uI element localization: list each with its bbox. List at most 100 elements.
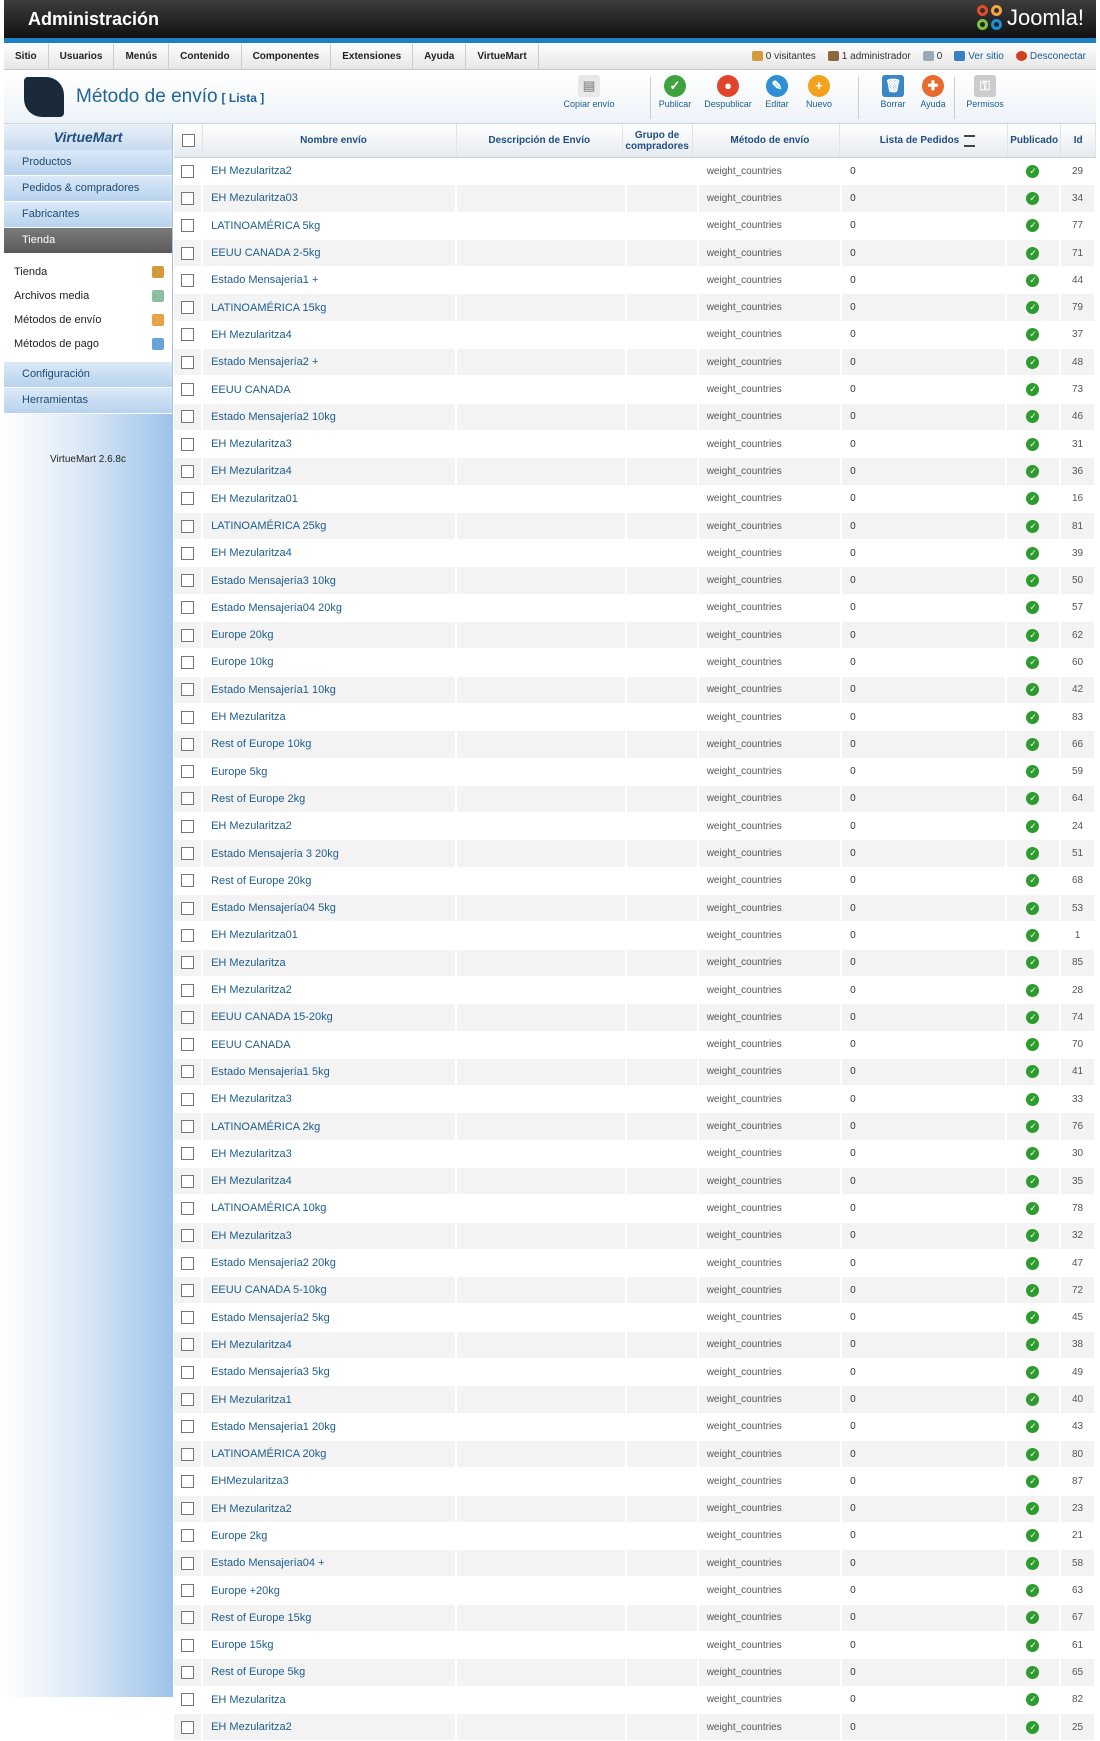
published-check-icon[interactable]: ✓	[1026, 1529, 1040, 1543]
menu-item[interactable]: Menús	[114, 44, 170, 69]
shipment-name-link[interactable]: LATINOAMÉRICA 5kg	[203, 212, 457, 239]
shipment-name-link[interactable]: Estado Mensajería1 5kg	[203, 1058, 457, 1086]
shipment-name-link[interactable]: LATINOAMÉRICA 10kg	[203, 1195, 457, 1222]
published-check-icon[interactable]: ✓	[1026, 1010, 1040, 1024]
shipment-name-link[interactable]: EHMezularitza3	[203, 1468, 457, 1495]
shipment-name-link[interactable]: Estado Mensajería1 10kg	[203, 676, 457, 703]
shipment-name-link[interactable]: EEUU CANADA 15-20kg	[203, 1004, 457, 1031]
published-check-icon[interactable]: ✓	[1026, 1556, 1040, 1570]
row-checkbox[interactable]	[181, 1474, 195, 1488]
copy-button[interactable]: ▤ Copiar envío	[560, 75, 618, 109]
row-checkbox[interactable]	[181, 819, 195, 833]
shipment-name-link[interactable]: EH Mezularitza4	[203, 321, 457, 349]
shipment-name-link[interactable]: EH Mezularitza1	[203, 1386, 457, 1413]
row-checkbox[interactable]	[181, 874, 195, 888]
shipment-name-link[interactable]: EH Mezularitza2	[203, 1495, 457, 1522]
published-check-icon[interactable]: ✓	[1026, 1338, 1040, 1352]
shipment-name-link[interactable]: LATINOAMÉRICA 20kg	[203, 1440, 457, 1468]
published-check-icon[interactable]: ✓	[1026, 601, 1040, 615]
published-check-icon[interactable]: ✓	[1026, 1611, 1040, 1625]
row-checkbox[interactable]	[181, 1229, 195, 1243]
shipment-name-link[interactable]: EH Mezularitza2	[203, 1713, 457, 1741]
row-checkbox[interactable]	[181, 792, 195, 806]
permissions-button[interactable]: ⚿ Permisos	[956, 75, 1014, 109]
sidebar-nav-item[interactable]: Productos	[4, 150, 172, 176]
sidebar-nav-item[interactable]: Pedidos & compradores	[4, 176, 172, 202]
published-check-icon[interactable]: ✓	[1026, 1420, 1040, 1434]
row-checkbox[interactable]	[181, 765, 195, 779]
row-checkbox[interactable]	[181, 1393, 195, 1406]
row-checkbox[interactable]	[181, 1584, 195, 1598]
published-check-icon[interactable]: ✓	[1026, 710, 1040, 724]
shipment-name-link[interactable]: EH Mezularitza	[203, 949, 457, 976]
row-checkbox[interactable]	[181, 1556, 195, 1570]
row-checkbox[interactable]	[181, 928, 195, 942]
published-check-icon[interactable]: ✓	[1026, 1065, 1040, 1079]
published-check-icon[interactable]: ✓	[1026, 410, 1040, 424]
row-checkbox[interactable]	[181, 519, 195, 533]
shipment-name-link[interactable]: Estado Mensajería2 10kg	[203, 403, 457, 430]
published-check-icon[interactable]: ✓	[1026, 1120, 1040, 1134]
row-checkbox[interactable]	[181, 1174, 195, 1188]
published-check-icon[interactable]: ✓	[1026, 819, 1040, 833]
shipment-name-link[interactable]: Rest of Europe 2kg	[203, 785, 457, 813]
published-check-icon[interactable]: ✓	[1026, 437, 1040, 451]
published-check-icon[interactable]: ✓	[1026, 1474, 1040, 1488]
shipment-name-link[interactable]: EEUU CANADA	[203, 376, 457, 403]
row-checkbox[interactable]	[181, 1311, 195, 1325]
published-check-icon[interactable]: ✓	[1026, 219, 1040, 233]
row-checkbox[interactable]	[181, 328, 195, 342]
published-check-icon[interactable]: ✓	[1026, 1147, 1040, 1161]
shipment-name-link[interactable]: Europe 5kg	[203, 758, 457, 785]
shipment-name-link[interactable]: Estado Mensajería04 20kg	[203, 594, 457, 622]
logout-link[interactable]: Desconectar	[1015, 51, 1086, 62]
shipment-name-link[interactable]: Estado Mensajería1 +	[203, 267, 457, 294]
published-check-icon[interactable]: ✓	[1026, 655, 1040, 669]
shipment-name-link[interactable]: EH Mezularitza2	[203, 813, 457, 840]
shipment-name-link[interactable]: Estado Mensajería3 10kg	[203, 567, 457, 594]
sidebar-sub-item[interactable]: Archivos media	[4, 284, 172, 308]
messages-status[interactable]: 0	[922, 51, 942, 62]
shipment-name-link[interactable]: Estado Mensajería04 5kg	[203, 895, 457, 922]
published-check-icon[interactable]: ✓	[1026, 983, 1040, 997]
published-check-icon[interactable]: ✓	[1026, 492, 1040, 506]
row-checkbox[interactable]	[181, 1447, 195, 1461]
row-checkbox[interactable]	[181, 655, 195, 669]
published-check-icon[interactable]: ✓	[1026, 191, 1040, 205]
published-check-icon[interactable]: ✓	[1026, 1502, 1040, 1516]
select-all-checkbox[interactable]	[181, 134, 195, 147]
published-check-icon[interactable]: ✓	[1026, 1720, 1040, 1734]
shipment-name-link[interactable]: EH Mezularitza4	[203, 540, 457, 567]
row-checkbox[interactable]	[181, 355, 195, 369]
col-order[interactable]: Lista de Pedidos	[840, 124, 1008, 157]
published-check-icon[interactable]: ✓	[1026, 683, 1040, 697]
published-check-icon[interactable]: ✓	[1026, 519, 1040, 533]
shipment-name-link[interactable]: Europe +20kg	[203, 1577, 457, 1604]
shipment-name-link[interactable]: LATINOAMÉRICA 25kg	[203, 512, 457, 540]
menu-item[interactable]: VirtueMart	[466, 44, 539, 69]
shipment-name-link[interactable]: Estado Mensajería2 20kg	[203, 1249, 457, 1277]
shipment-name-link[interactable]: Europe 20kg	[203, 622, 457, 649]
row-checkbox[interactable]	[181, 574, 195, 588]
shipment-name-link[interactable]: EH Mezularitza	[203, 1686, 457, 1713]
shipment-name-link[interactable]: EH Mezularitza	[203, 703, 457, 731]
published-check-icon[interactable]: ✓	[1026, 956, 1040, 970]
shipment-name-link[interactable]: Estado Mensajería 3 20kg	[203, 840, 457, 867]
row-checkbox[interactable]	[181, 601, 195, 615]
row-checkbox[interactable]	[181, 464, 195, 478]
row-checkbox[interactable]	[181, 301, 195, 315]
row-checkbox[interactable]	[181, 847, 195, 861]
row-checkbox[interactable]	[181, 628, 195, 642]
shipment-name-link[interactable]: EH Mezularitza01	[203, 485, 457, 512]
col-method[interactable]: Método de envío	[693, 124, 841, 157]
row-checkbox[interactable]	[181, 1611, 195, 1625]
row-checkbox[interactable]	[181, 956, 195, 970]
row-checkbox[interactable]	[181, 246, 195, 260]
shipment-name-link[interactable]: Estado Mensajería04 +	[203, 1550, 457, 1577]
col-name[interactable]: Nombre envío	[203, 124, 457, 157]
shipment-name-link[interactable]: EH Mezularitza01	[203, 922, 457, 949]
row-checkbox[interactable]	[181, 983, 195, 997]
shipment-name-link[interactable]: EH Mezularitza03	[203, 185, 457, 212]
row-checkbox[interactable]	[181, 410, 195, 424]
shipment-name-link[interactable]: LATINOAMÉRICA 2kg	[203, 1113, 457, 1140]
